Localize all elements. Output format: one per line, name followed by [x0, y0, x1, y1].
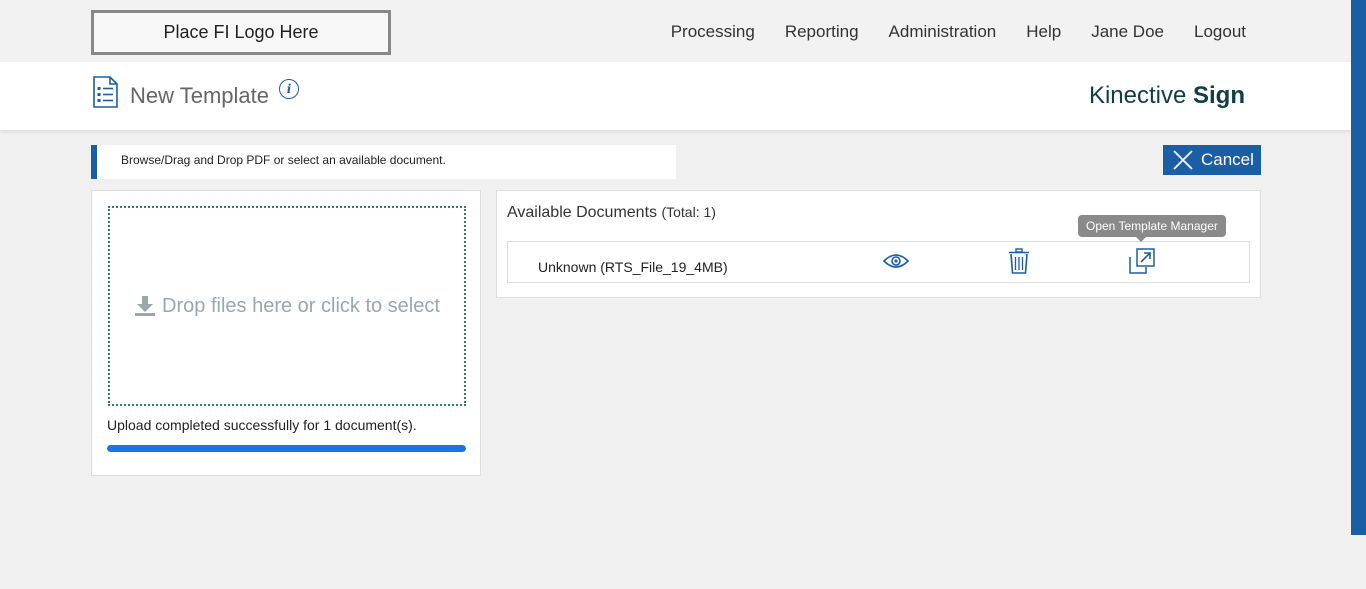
- upload-progress-fill: [107, 445, 466, 452]
- trash-icon[interactable]: [1008, 248, 1030, 274]
- vertical-scrollbar[interactable]: [1351, 0, 1366, 535]
- upload-progress-bar: [107, 445, 466, 452]
- main-nav: Processing Reporting Administration Help…: [671, 22, 1246, 42]
- available-documents-panel: Available Documents (Total: 1) Unknown (…: [496, 190, 1261, 298]
- document-row[interactable]: Unknown (RTS_File_19_4MB): [507, 241, 1250, 283]
- instruction-hint: Browse/Drag and Drop PDF or select an av…: [91, 145, 676, 179]
- brand-wordmark: Kinective Sign: [1089, 82, 1245, 110]
- fi-logo-placeholder[interactable]: Place FI Logo Here: [91, 10, 391, 55]
- upload-status: Upload completed successfully for 1 docu…: [107, 417, 417, 433]
- documents-title: Available Documents: [507, 204, 658, 221]
- page-header: New Template i Kinective Sign: [0, 62, 1351, 130]
- nav-processing[interactable]: Processing: [671, 22, 755, 42]
- nav-logout[interactable]: Logout: [1194, 22, 1246, 42]
- cancel-button[interactable]: Cancel: [1163, 145, 1261, 175]
- brand-light: Kinective: [1088, 82, 1187, 109]
- nav-administration[interactable]: Administration: [889, 22, 997, 42]
- info-icon[interactable]: i: [279, 79, 299, 99]
- documents-heading: Available Documents (Total: 1): [507, 204, 716, 222]
- close-x-icon: [1173, 150, 1193, 170]
- document-list-icon: [93, 76, 118, 108]
- eye-icon[interactable]: [883, 252, 909, 270]
- dropzone-label: Drop files here or click to select: [162, 294, 440, 317]
- page-title: New Template: [130, 83, 269, 108]
- documents-total: (Total: 1): [661, 204, 716, 220]
- upload-panel: Drop files here or click to select Uploa…: [91, 190, 481, 476]
- nav-reporting[interactable]: Reporting: [785, 22, 859, 42]
- download-icon: [135, 296, 156, 316]
- nav-help[interactable]: Help: [1026, 22, 1061, 42]
- file-dropzone[interactable]: Drop files here or click to select: [108, 206, 466, 406]
- document-name: Unknown (RTS_File_19_4MB): [538, 259, 728, 275]
- cancel-label: Cancel: [1201, 150, 1254, 169]
- nav-user-name[interactable]: Jane Doe: [1091, 22, 1164, 42]
- brand-bold: Sign: [1193, 82, 1245, 109]
- open-external-icon[interactable]: [1129, 248, 1155, 274]
- top-bar: Place FI Logo Here Processing Reporting …: [0, 0, 1351, 62]
- open-template-manager-tooltip: Open Template Manager: [1078, 215, 1226, 242]
